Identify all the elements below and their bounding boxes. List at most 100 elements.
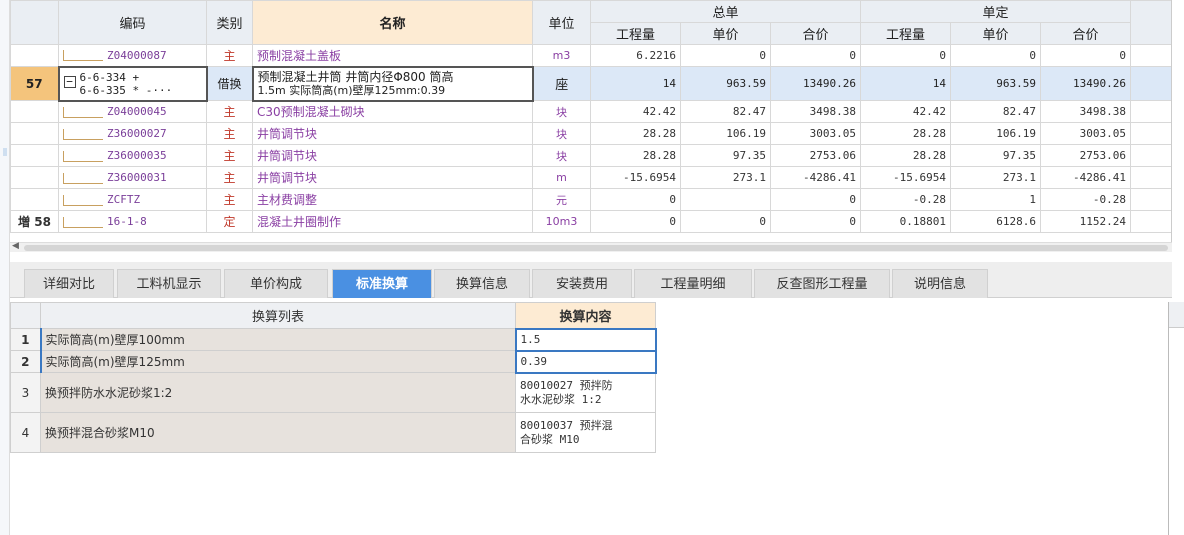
scroll-thumb[interactable] [24,245,1168,251]
total-cell[interactable]: 3498.38 [770,100,861,123]
name-header[interactable]: 名称 [252,0,533,45]
category-cell[interactable]: 定 [206,210,253,233]
table-row[interactable]: 2 实际筒高(m)壁厚125mm 0.39 [10,349,657,374]
price-cell-2[interactable]: 1 [950,188,1041,211]
category-cell[interactable]: 主 [206,122,253,145]
tab-description[interactable]: 说明信息 [892,269,988,298]
qty-cell-2[interactable]: -15.6954 [860,166,951,189]
total-cell-2[interactable]: 2753.06 [1040,144,1131,167]
tab-detail-compare[interactable]: 详细对比 [24,269,114,298]
scroll-left-icon[interactable]: ◀ [12,241,19,251]
tab-unit-price[interactable]: 单价构成 [224,269,328,298]
code-cell[interactable]: Z36000035 [58,144,207,167]
price-cell-2[interactable]: 6128.6 [950,210,1041,233]
price-header[interactable]: 单价 [680,22,771,45]
collapse-toggle-icon[interactable]: − [63,75,76,88]
unit-cell[interactable]: m [532,166,591,189]
qty-cell[interactable]: 0 [590,210,681,233]
name-cell[interactable]: 预制混凝土盖板 [252,44,533,67]
price-cell[interactable]: 97.35 [680,144,771,167]
qty-cell-2[interactable]: 42.42 [860,100,951,123]
table-row[interactable]: Z36000035 主井筒调节块块 28.28 97.35 2753.06 28.28 97… [10,144,1171,167]
table-row[interactable]: Z36000031 主井筒调节块 m -15.6954 273.1 -4286.41 -15… [10,166,1171,189]
price-cell-2[interactable]: 0 [950,44,1041,67]
tab-labor-material[interactable]: 工料机显示 [117,269,221,298]
price-cell[interactable]: 963.59 [680,66,771,101]
qty-cell[interactable]: 0 [590,188,681,211]
total-cell[interactable]: -4286.41 [770,166,861,189]
horizontal-scrollbar[interactable]: ◀ [10,241,1172,252]
category-cell[interactable]: 主 [206,100,253,123]
qty-cell-2[interactable]: 28.28 [860,122,951,145]
unit-cell[interactable]: 座 [532,66,591,101]
price-cell[interactable]: 0 [680,210,771,233]
qty-header[interactable]: 工程量 [590,22,681,45]
unit-cell[interactable]: 元 [532,188,591,211]
name-cell[interactable]: 主材费调整 [252,188,533,211]
code-cell[interactable]: Z36000027 [58,122,207,145]
total-cell[interactable]: 0 [770,210,861,233]
tab-standard-conversion[interactable]: 标准换算 [332,269,432,298]
qty-cell[interactable]: -15.6954 [590,166,681,189]
qty-cell-2[interactable]: 14 [860,66,951,101]
code-header[interactable]: 编码 [58,0,207,45]
unit-cell[interactable]: m3 [532,44,591,67]
code-cell[interactable]: 16-1-8 [58,210,207,233]
qty-cell-2[interactable]: 0.18801 [860,210,951,233]
price-cell-2[interactable]: 273.1 [950,166,1041,189]
total-cell-2[interactable]: 3498.38 [1040,100,1131,123]
price-header-2[interactable]: 单价 [950,22,1041,45]
qty-cell-2[interactable]: 28.28 [860,144,951,167]
code-cell[interactable]: Z04000087 [58,44,207,67]
table-row[interactable]: Z04000087 主 预制混凝土盖板 m3 6.2216 0 0 0 0 0 [10,44,1171,67]
category-cell[interactable]: 主 [206,188,253,211]
table-row[interactable]: ZCFTZ 主主材费调整元 0 0 -0.28 1 -0.28 [10,188,1171,211]
total-cell-2[interactable]: -4286.41 [1040,166,1131,189]
table-row[interactable]: 3 换预拌防水水泥砂浆1:2 80010027 预拌防 水水泥砂浆 1:2 [10,372,656,413]
total-cell-2[interactable]: 1152.24 [1040,210,1131,233]
qty-cell[interactable]: 6.2216 [590,44,681,67]
price-cell-2[interactable]: 82.47 [950,100,1041,123]
qty-cell[interactable]: 28.28 [590,144,681,167]
total-cell-2[interactable]: 3003.05 [1040,122,1131,145]
total-cell[interactable]: 3003.05 [770,122,861,145]
name-cell[interactable]: C30预制混凝土砌块 [252,100,533,123]
table-row[interactable]: 増 58 16-1-8 定混凝土井圈制作 10m3 0 0 0 0.18801 6128.6 11… [10,210,1171,233]
name-cell[interactable]: 井筒调节块 [252,144,533,167]
table-row[interactable]: Z36000027 主井筒调节块块 28.28 106.19 3003.05 28.28 1… [10,122,1171,145]
price-cell-2[interactable]: 963.59 [950,66,1041,101]
price-cell[interactable]: 0 [680,44,771,67]
tab-quantity-detail[interactable]: 工程量明细 [634,269,752,298]
conversion-value-input[interactable]: 1.5 [514,327,657,352]
total-cell[interactable]: 13490.26 [770,66,861,101]
price-cell-2[interactable]: 106.19 [950,122,1041,145]
price-cell[interactable]: 106.19 [680,122,771,145]
category-header[interactable]: 类别 [206,0,253,45]
price-cell-2[interactable]: 97.35 [950,144,1041,167]
category-cell[interactable]: 主 [206,44,253,67]
code-cell[interactable]: −6-6-334 +6-6-335 * -··· [57,65,208,102]
name-cell[interactable]: 井筒调节块 [252,166,533,189]
name-cell[interactable]: 井筒调节块 [252,122,533,145]
category-cell[interactable]: 借换 [206,66,253,101]
total-cell[interactable]: 0 [770,44,861,67]
conversion-value-select[interactable]: 80010037 预拌混 合砂浆 M10 [515,412,656,453]
name-cell[interactable]: 混凝土井圈制作 [252,210,533,233]
price-cell[interactable]: 82.47 [680,100,771,123]
total-cell[interactable]: 0 [770,188,861,211]
conversion-value-input[interactable]: 0.39 [514,349,657,374]
total-cell-2[interactable]: 0 [1040,44,1131,67]
price-cell[interactable]: 273.1 [680,166,771,189]
qty-cell-2[interactable]: -0.28 [860,188,951,211]
unit-cell[interactable]: 块 [532,144,591,167]
code-cell[interactable]: Z04000045 [58,100,207,123]
price-cell[interactable] [680,188,771,211]
unit-cell[interactable]: 块 [532,100,591,123]
category-cell[interactable]: 主 [206,166,253,189]
tab-conversion-info[interactable]: 换算信息 [434,269,530,298]
tab-install-fee[interactable]: 安装费用 [532,269,632,298]
total-cell-2[interactable]: 13490.26 [1040,66,1131,101]
code-cell[interactable]: ZCFTZ [58,188,207,211]
name-cell[interactable]: 预制混凝土井筒 井筒内径Φ800 筒高 1.5m 实际筒高(m)壁厚125mm:0… [251,65,534,102]
table-row[interactable]: Z04000045 主 C30预制混凝土砌块块 42.42 82.47 3498.38 42… [10,100,1171,123]
